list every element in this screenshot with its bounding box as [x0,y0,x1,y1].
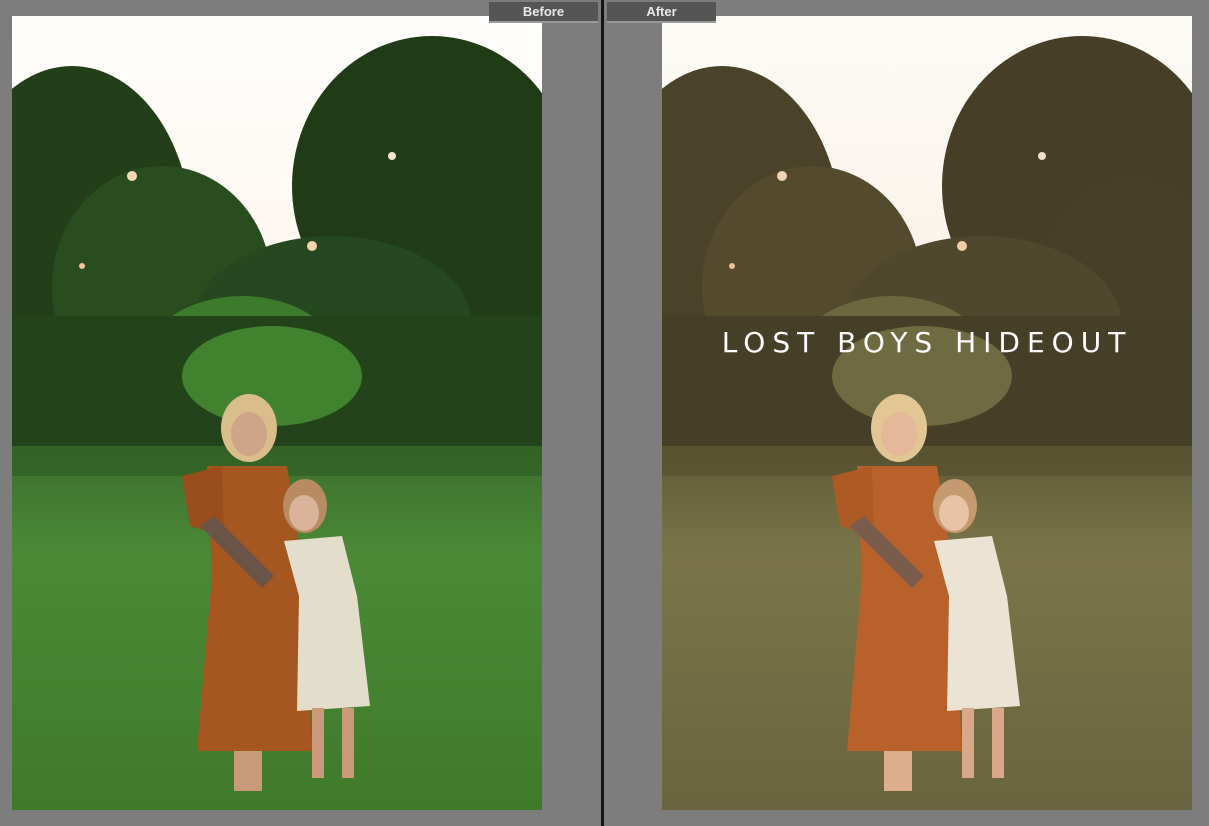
after-tab[interactable]: After [607,2,716,23]
before-photo-image [12,16,542,810]
watermark-text: LOST BOYS HIDEOUT [721,326,1133,359]
after-photo-image [662,16,1192,810]
before-photo [12,16,542,810]
split-divider[interactable] [601,0,604,826]
before-tab[interactable]: Before [489,2,598,23]
after-photo: LOST BOYS HIDEOUT [662,16,1192,810]
comparison-view: Before After LOST BOYS HIDEOUT [0,0,1209,826]
